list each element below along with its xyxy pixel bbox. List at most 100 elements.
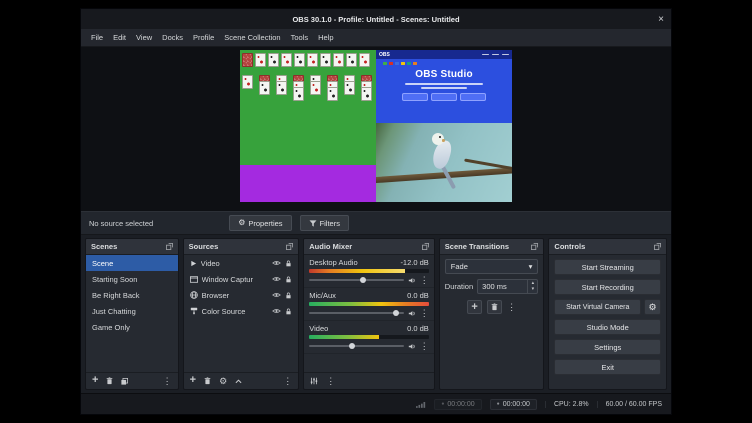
- scene-item[interactable]: Scene: [86, 255, 178, 271]
- volume-slider-handle[interactable]: [360, 277, 366, 283]
- menu-edit[interactable]: Edit: [108, 31, 131, 44]
- menu-tools[interactable]: Tools: [286, 31, 314, 44]
- speaker-icon[interactable]: [408, 277, 416, 284]
- network-signal-icon: [416, 401, 426, 408]
- menu-help[interactable]: Help: [313, 31, 338, 44]
- menu-scene-collection[interactable]: Scene Collection: [219, 31, 285, 44]
- virtual-camera-gear-icon[interactable]: ⚙: [644, 299, 661, 315]
- speaker-icon[interactable]: [408, 343, 416, 350]
- source-item[interactable]: Browser: [184, 287, 299, 303]
- dock-popout-icon[interactable]: [531, 243, 538, 250]
- studio-mode-button[interactable]: Studio Mode: [554, 319, 661, 335]
- spin-down-icon[interactable]: ▾: [528, 287, 537, 294]
- site-brand-logo: OBS: [379, 52, 390, 58]
- add-transition-button[interactable]: +: [467, 300, 482, 314]
- channel-name: Desktop Audio: [309, 258, 357, 267]
- eye-icon[interactable]: [272, 276, 281, 282]
- start-streaming-button[interactable]: Start Streaming: [554, 259, 661, 275]
- source-item[interactable]: Color Source: [184, 303, 299, 319]
- site-nav-item: [502, 54, 509, 56]
- remove-source-icon[interactable]: [204, 377, 211, 385]
- menu-bar: File Edit View Docks Profile Scene Colle…: [81, 29, 671, 47]
- volume-slider-handle[interactable]: [349, 343, 355, 349]
- start-recording-button[interactable]: Start Recording: [554, 279, 661, 295]
- playing-card: [344, 81, 355, 95]
- scenes-menu-icon[interactable]: ⋮: [163, 377, 172, 386]
- dock-popout-icon[interactable]: [654, 243, 661, 250]
- flag-icon: [383, 62, 387, 65]
- flag-icon: [401, 62, 405, 65]
- fps-indicator: 60.00 / 60.00 FPS: [597, 401, 662, 408]
- dock-popout-icon[interactable]: [286, 243, 293, 250]
- sources-menu-icon[interactable]: ⋮: [283, 377, 292, 386]
- volume-meter: [309, 335, 429, 339]
- channel-menu-icon[interactable]: ⋮: [420, 309, 429, 318]
- remove-scene-icon[interactable]: [106, 377, 113, 385]
- scene-item[interactable]: Game Only: [86, 319, 178, 335]
- move-source-up-icon[interactable]: [235, 379, 242, 384]
- close-icon[interactable]: ×: [658, 9, 664, 29]
- menu-docks[interactable]: Docks: [157, 31, 188, 44]
- preview-right-column: OBS OBS Studio: [376, 50, 512, 202]
- filters-button[interactable]: Filters: [300, 215, 349, 231]
- channel-menu-icon[interactable]: ⋮: [420, 276, 429, 285]
- duration-value[interactable]: 300 ms: [478, 280, 527, 293]
- scene-item[interactable]: Starting Soon: [86, 271, 178, 287]
- mixer-menu-icon[interactable]: ⋮: [326, 377, 335, 386]
- settings-button[interactable]: Settings: [554, 339, 661, 355]
- channel-level: -12.0 dB: [400, 258, 428, 267]
- start-virtual-camera-button[interactable]: Start Virtual Camera: [554, 299, 641, 315]
- lock-icon[interactable]: [285, 292, 292, 299]
- transition-buttons: + ⋮: [445, 300, 539, 314]
- eye-icon[interactable]: [272, 308, 281, 314]
- channel-menu-icon[interactable]: ⋮: [420, 342, 429, 351]
- source-item[interactable]: Window Captur: [184, 271, 299, 287]
- menu-file[interactable]: File: [86, 31, 108, 44]
- lock-icon[interactable]: [285, 308, 292, 315]
- eye-icon[interactable]: [272, 260, 281, 266]
- transitions-panel-header: Scene Transitions: [440, 239, 544, 255]
- playing-card: [259, 81, 270, 95]
- scene-item[interactable]: Be Right Back: [86, 287, 178, 303]
- exit-button[interactable]: Exit: [554, 359, 661, 375]
- site-language-flags: [383, 62, 512, 65]
- duration-spinbox[interactable]: 300 ms ▴ ▾: [477, 279, 538, 294]
- volume-slider[interactable]: [309, 312, 404, 314]
- dock-popout-icon[interactable]: [422, 243, 429, 250]
- remove-transition-button[interactable]: [487, 300, 502, 314]
- speaker-icon[interactable]: [408, 310, 416, 317]
- scenes-panel: Scenes Scene Starting Soon Be Right Back…: [85, 238, 179, 390]
- lock-icon[interactable]: [285, 260, 292, 267]
- transition-select[interactable]: Fade ▾: [445, 259, 539, 274]
- site-subtitle-line: [421, 87, 467, 89]
- lock-icon[interactable]: [285, 276, 292, 283]
- flag-icon: [395, 62, 399, 65]
- scene-item[interactable]: Just Chatting: [86, 303, 178, 319]
- transition-menu-icon[interactable]: ⋮: [507, 303, 516, 312]
- add-scene-icon[interactable]: +: [92, 375, 98, 386]
- mixer-settings-sliders-icon[interactable]: [310, 377, 318, 385]
- playing-card: [361, 87, 372, 101]
- source-toolbar: No source selected ⚙ Properties Filters: [81, 211, 671, 235]
- add-source-icon[interactable]: +: [190, 375, 196, 386]
- volume-slider-handle[interactable]: [393, 310, 399, 316]
- source-item[interactable]: Video: [184, 255, 299, 271]
- volume-slider[interactable]: [309, 345, 404, 347]
- eye-icon[interactable]: [272, 292, 281, 298]
- preview-canvas[interactable]: OBS OBS Studio: [240, 50, 512, 202]
- playing-card: [242, 75, 253, 89]
- controls-panel-header: Controls: [549, 239, 666, 255]
- sources-list: Video Window Captur Browser: [184, 255, 299, 389]
- transition-selected-value: Fade: [451, 262, 468, 271]
- source-properties-gear-icon[interactable]: ⚙: [219, 377, 227, 386]
- menu-profile[interactable]: Profile: [188, 31, 219, 44]
- scenes-list: Scene Starting Soon Be Right Back Just C…: [86, 255, 178, 389]
- dock-popout-icon[interactable]: [166, 243, 173, 250]
- volume-slider[interactable]: [309, 279, 404, 281]
- duplicate-scene-icon[interactable]: [121, 378, 128, 385]
- properties-button[interactable]: ⚙ Properties: [229, 215, 291, 231]
- mixer-channel-video: Video 0.0 dB ⋮: [304, 321, 434, 354]
- menu-view[interactable]: View: [131, 31, 157, 44]
- playing-card: [276, 81, 287, 95]
- playing-card: [310, 81, 321, 95]
